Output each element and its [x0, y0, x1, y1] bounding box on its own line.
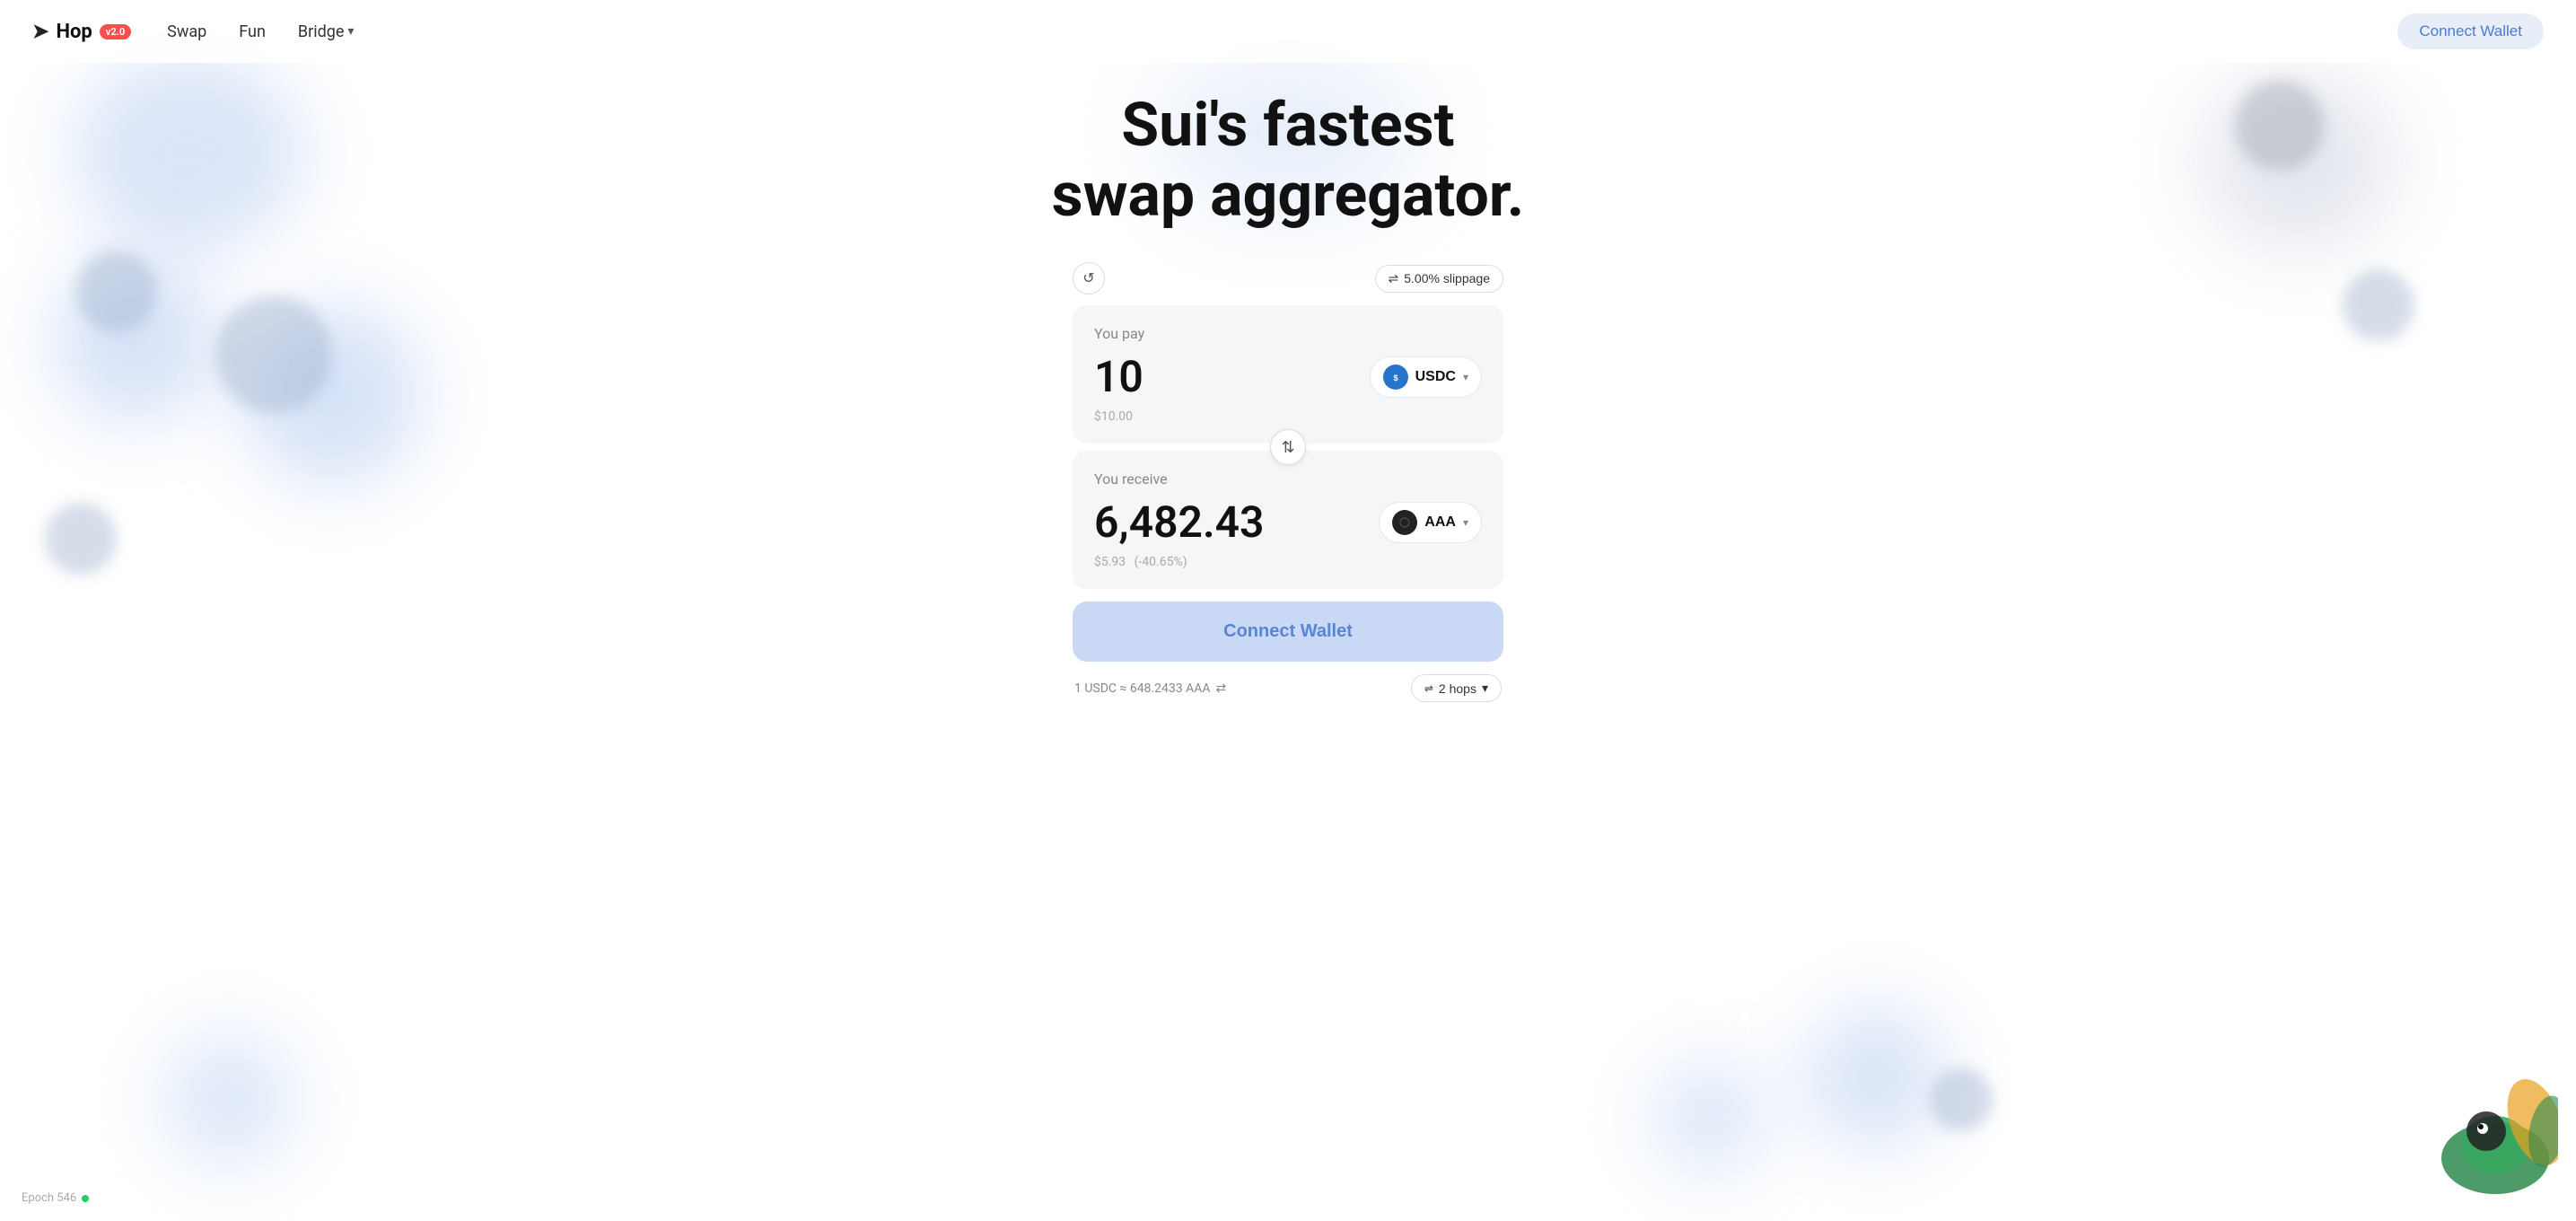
- bg-blob-7: [1652, 1059, 1768, 1176]
- hops-label: 2 hops: [1439, 681, 1476, 696]
- you-receive-label: You receive: [1094, 470, 1482, 488]
- pay-token-chevron-icon: ▾: [1463, 371, 1468, 383]
- connect-wallet-button[interactable]: Connect Wallet: [1073, 602, 1503, 662]
- you-pay-label: You pay: [1094, 325, 1482, 342]
- bg-blob-4: [162, 1032, 296, 1167]
- swap-arrows-icon: ⇅: [1281, 438, 1294, 457]
- navbar: ➤ Hop v2.0 Swap Fun Bridge ▾ Connect Wal…: [0, 0, 2576, 63]
- panels-wrapper: You pay 10 $ USDC ▾ $10.00: [1073, 305, 1503, 589]
- aaa-icon: [1392, 510, 1417, 535]
- hops-icon: ⇌: [1424, 682, 1433, 695]
- pay-token-selector[interactable]: $ USDC ▾: [1370, 356, 1482, 398]
- pay-row: 10 $ USDC ▾: [1094, 351, 1482, 402]
- rate-text: 1 USDC ≈ 648.2433 AAA: [1074, 681, 1211, 696]
- pay-token-name: USDC: [1415, 369, 1456, 385]
- nav-bridge-label: Bridge: [298, 22, 345, 41]
- epoch-dot-icon: [82, 1195, 89, 1202]
- you-pay-panel: You pay 10 $ USDC ▾ $10.00: [1073, 305, 1503, 444]
- hero-title-line2: swap aggregator.: [1052, 159, 1525, 231]
- receive-usd-change: (-40.65%): [1135, 555, 1187, 569]
- hops-button[interactable]: ⇌ 2 hops ▾: [1411, 674, 1502, 702]
- usdc-icon: $: [1383, 365, 1408, 390]
- version-badge: v2.0: [100, 24, 131, 40]
- swap-direction-button[interactable]: ⇅: [1270, 429, 1306, 465]
- receive-token-chevron-icon: ▾: [1463, 516, 1468, 529]
- slippage-icon: ⇌: [1389, 271, 1399, 286]
- swap-toolbar: ↺ ⇌ 5.00% slippage: [1073, 262, 1503, 294]
- receive-amount[interactable]: 6,482.43: [1094, 496, 1264, 548]
- deco-character: [2396, 1041, 2576, 1221]
- hero-title: Sui's fastest swap aggregator.: [1052, 90, 1525, 230]
- receive-token-selector[interactable]: AAA ▾: [1379, 502, 1482, 543]
- nav-links: Swap Fun Bridge ▾: [167, 22, 2397, 41]
- chevron-down-icon: ▾: [347, 24, 354, 39]
- hero-title-line1: Sui's fastest: [1121, 89, 1454, 161]
- pay-usd-value: $10.00: [1094, 409, 1482, 424]
- connect-wallet-nav-button[interactable]: Connect Wallet: [2397, 13, 2544, 49]
- receive-row: 6,482.43 AAA ▾: [1094, 496, 1482, 548]
- slippage-label: 5.00% slippage: [1404, 271, 1490, 285]
- nav-link-fun[interactable]: Fun: [239, 22, 266, 41]
- deco-avatar-6: [1930, 1068, 1993, 1131]
- swap-info-row: 1 USDC ≈ 648.2433 AAA ⇄ ⇌ 2 hops ▾: [1073, 674, 1503, 702]
- main-content: Sui's fastest swap aggregator. ↺ ⇌ 5.00%…: [0, 0, 2576, 702]
- slippage-button[interactable]: ⇌ 5.00% slippage: [1375, 265, 1503, 293]
- logo-text: Hop: [56, 21, 92, 43]
- receive-usd-value: $5.93 (-40.65%): [1094, 555, 1482, 569]
- svg-text:$: $: [1393, 373, 1398, 382]
- hops-chevron-icon: ▾: [1482, 681, 1488, 696]
- logo-icon: ➤: [32, 21, 48, 43]
- epoch-text: Epoch 546: [22, 1191, 76, 1205]
- logo: ➤ Hop v2.0: [32, 21, 131, 43]
- rate-swap-icon[interactable]: ⇄: [1216, 681, 1227, 696]
- epoch-status: Epoch 546: [22, 1191, 89, 1205]
- nav-link-swap[interactable]: Swap: [167, 22, 206, 41]
- receive-token-name: AAA: [1424, 514, 1456, 531]
- nav-link-bridge[interactable]: Bridge ▾: [298, 22, 355, 41]
- bg-blob-6: [1804, 1006, 1948, 1149]
- refresh-button[interactable]: ↺: [1073, 262, 1105, 294]
- swap-container: ↺ ⇌ 5.00% slippage You pay 10 $: [1073, 262, 1503, 702]
- swap-rate: 1 USDC ≈ 648.2433 AAA ⇄: [1074, 681, 1226, 696]
- pay-amount[interactable]: 10: [1094, 351, 1143, 402]
- receive-usd-amount: $5.93: [1094, 555, 1126, 569]
- you-receive-panel: You receive 6,482.43 AAA ▾: [1073, 451, 1503, 589]
